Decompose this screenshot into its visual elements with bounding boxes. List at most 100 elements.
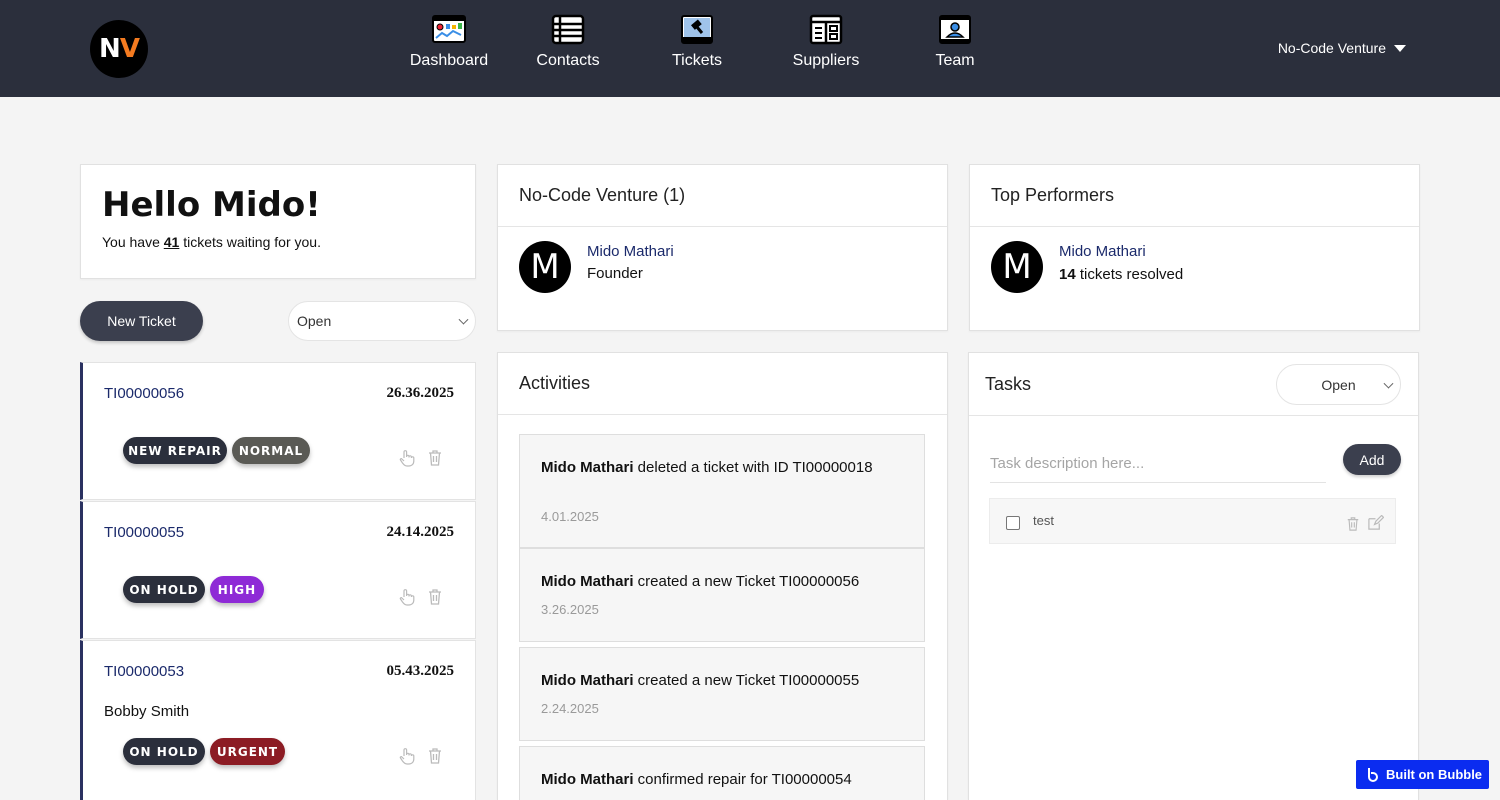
performer-count-suffix: tickets resolved (1079, 266, 1184, 283)
ticket-count[interactable]: 41 (164, 234, 180, 250)
ticket-priority-badge: NORMAL (232, 437, 310, 464)
ticket-id[interactable]: TI00000053 (104, 663, 184, 680)
ticket-contact-name: Bobby Smith (104, 703, 190, 720)
activity-description: deleted a ticket with ID TI00000018 (637, 459, 873, 476)
trash-icon[interactable] (1346, 516, 1360, 532)
activity-description: confirmed repair for TI00000054 (637, 771, 852, 788)
ticket-id[interactable]: TI00000055 (104, 524, 184, 541)
top-navigation-bar: NV Dashboard Contacts Tickets Suppliers … (0, 0, 1500, 97)
top-performers-card: Top Performers M Mido Mathari 14 tickets… (969, 164, 1420, 331)
avatar: M (519, 241, 571, 293)
nav-label-team: Team (935, 52, 975, 69)
ticket-priority-badge: HIGH (210, 576, 264, 603)
ticket-type-badge: NEW REPAIR (123, 437, 227, 464)
activity-item: Mido Mathari created a new Ticket TI0000… (519, 548, 925, 642)
ticket-card[interactable]: TI00000055 24.14.2025 ON HOLD HIGH (80, 501, 476, 639)
task-item: test (989, 498, 1396, 544)
built-on-bubble-badge[interactable]: Built on Bubble (1356, 760, 1489, 789)
greeting-suffix: tickets waiting for you. (183, 234, 321, 250)
trash-icon[interactable] (427, 449, 443, 467)
logo-letter-n: N (99, 34, 121, 64)
nav-label-dashboard: Dashboard (409, 52, 489, 69)
performer-stats: 14 tickets resolved (1059, 266, 1183, 283)
account-name: No-Code Venture (1277, 40, 1386, 56)
edit-icon[interactable] (1367, 515, 1384, 531)
avatar: M (991, 241, 1043, 293)
activity-date: 2.24.2025 (541, 701, 599, 716)
activity-actor: Mido Mathari (541, 672, 634, 689)
ticket-status-select[interactable]: Open (288, 301, 476, 341)
greeting-title: Hello Mido! (102, 185, 321, 225)
performer-count: 14 (1059, 266, 1076, 283)
caret-down-icon (1394, 44, 1406, 52)
activity-item: Mido Mathari deleted a ticket with ID TI… (519, 434, 925, 548)
greeting-prefix: You have (102, 234, 160, 250)
performer-name[interactable]: Mido Mathari (1059, 243, 1146, 260)
activity-actor: Mido Mathari (541, 459, 634, 476)
ticket-card[interactable]: TI00000053 05.43.2025 Bobby Smith ON HOL… (80, 640, 476, 800)
contacts-list-icon (551, 14, 585, 45)
team-card-title: No-Code Venture (1) (498, 165, 947, 227)
activity-text: Mido Mathari created a new Ticket TI0000… (541, 571, 911, 593)
activity-actor: Mido Mathari (541, 771, 634, 788)
task-status-select[interactable]: Open (1276, 364, 1401, 405)
ticket-date: 24.14.2025 (386, 524, 455, 540)
activity-item: Mido Mathari created a new Ticket TI0000… (519, 647, 925, 741)
top-performers-title: Top Performers (970, 165, 1419, 227)
account-dropdown[interactable]: No-Code Venture (1278, 40, 1406, 56)
activity-text: Mido Mathari confirmed repair for TI0000… (541, 769, 911, 791)
greeting-card: Hello Mido! You have 41 tickets waiting … (80, 164, 476, 279)
activity-text: Mido Mathari created a new Ticket TI0000… (541, 670, 911, 692)
activities-title: Activities (498, 353, 947, 415)
task-status-value: Open (1321, 376, 1356, 393)
ticket-status-value: Open (297, 313, 332, 329)
task-checkbox[interactable] (1006, 516, 1020, 530)
hammer-ticket-icon (681, 15, 713, 44)
hand-pointer-icon[interactable] (399, 747, 415, 765)
task-description-input[interactable] (990, 445, 1326, 483)
chevron-down-icon (458, 314, 469, 325)
activity-date: 4.01.2025 (541, 509, 599, 524)
nav-label-contacts: Contacts (536, 52, 600, 69)
nav-item-team[interactable]: Team (900, 14, 1010, 70)
ticket-date: 26.36.2025 (386, 385, 455, 401)
task-label: test (1033, 513, 1054, 528)
nav-item-suppliers[interactable]: Suppliers (771, 14, 881, 70)
team-badge-icon (939, 15, 971, 44)
logo-letter-v: V (119, 34, 140, 64)
suppliers-grid-icon (809, 14, 843, 45)
hand-pointer-icon[interactable] (399, 449, 415, 467)
tasks-card: Tasks Open (968, 352, 1419, 800)
activity-text: Mido Mathari deleted a ticket with ID TI… (541, 457, 911, 479)
add-task-button[interactable]: Add (1343, 444, 1401, 475)
trash-icon[interactable] (427, 588, 443, 606)
nav-label-tickets: Tickets (671, 52, 723, 69)
nav-item-dashboard[interactable]: Dashboard (394, 14, 504, 70)
ticket-status-badge: ON HOLD (123, 576, 205, 603)
team-member-name[interactable]: Mido Mathari (587, 243, 674, 260)
nav-label-suppliers: Suppliers (792, 52, 860, 69)
hand-pointer-icon[interactable] (399, 588, 415, 606)
ticket-id[interactable]: TI00000056 (104, 385, 184, 402)
ticket-priority-badge: URGENT (210, 738, 285, 765)
chevron-down-icon (1383, 378, 1394, 389)
greeting-subtitle: You have 41 tickets waiting for you. (102, 234, 321, 250)
team-card: No-Code Venture (1) M Mido Mathari Found… (497, 164, 948, 331)
ticket-date: 05.43.2025 (386, 663, 455, 679)
activity-date: 3.26.2025 (541, 602, 599, 617)
activity-actor: Mido Mathari (541, 573, 634, 590)
nav-item-tickets[interactable]: Tickets (642, 14, 752, 70)
bubble-logo-icon (1368, 767, 1378, 782)
brand-logo[interactable]: NV (90, 20, 148, 78)
ticket-card[interactable]: TI00000056 26.36.2025 NEW REPAIR NORMAL (80, 362, 476, 500)
activity-description: created a new Ticket TI00000055 (637, 672, 860, 689)
team-member-role: Founder (587, 265, 643, 282)
trash-icon[interactable] (427, 747, 443, 765)
bubble-badge-label: Built on Bubble (1386, 767, 1483, 782)
ticket-status-badge: ON HOLD (123, 738, 205, 765)
activity-item: Mido Mathari confirmed repair for TI0000… (519, 746, 925, 800)
new-ticket-button[interactable]: New Ticket (80, 301, 203, 341)
activity-description: created a new Ticket TI00000056 (637, 573, 860, 590)
dashboard-icon (432, 15, 466, 43)
nav-item-contacts[interactable]: Contacts (513, 14, 623, 70)
